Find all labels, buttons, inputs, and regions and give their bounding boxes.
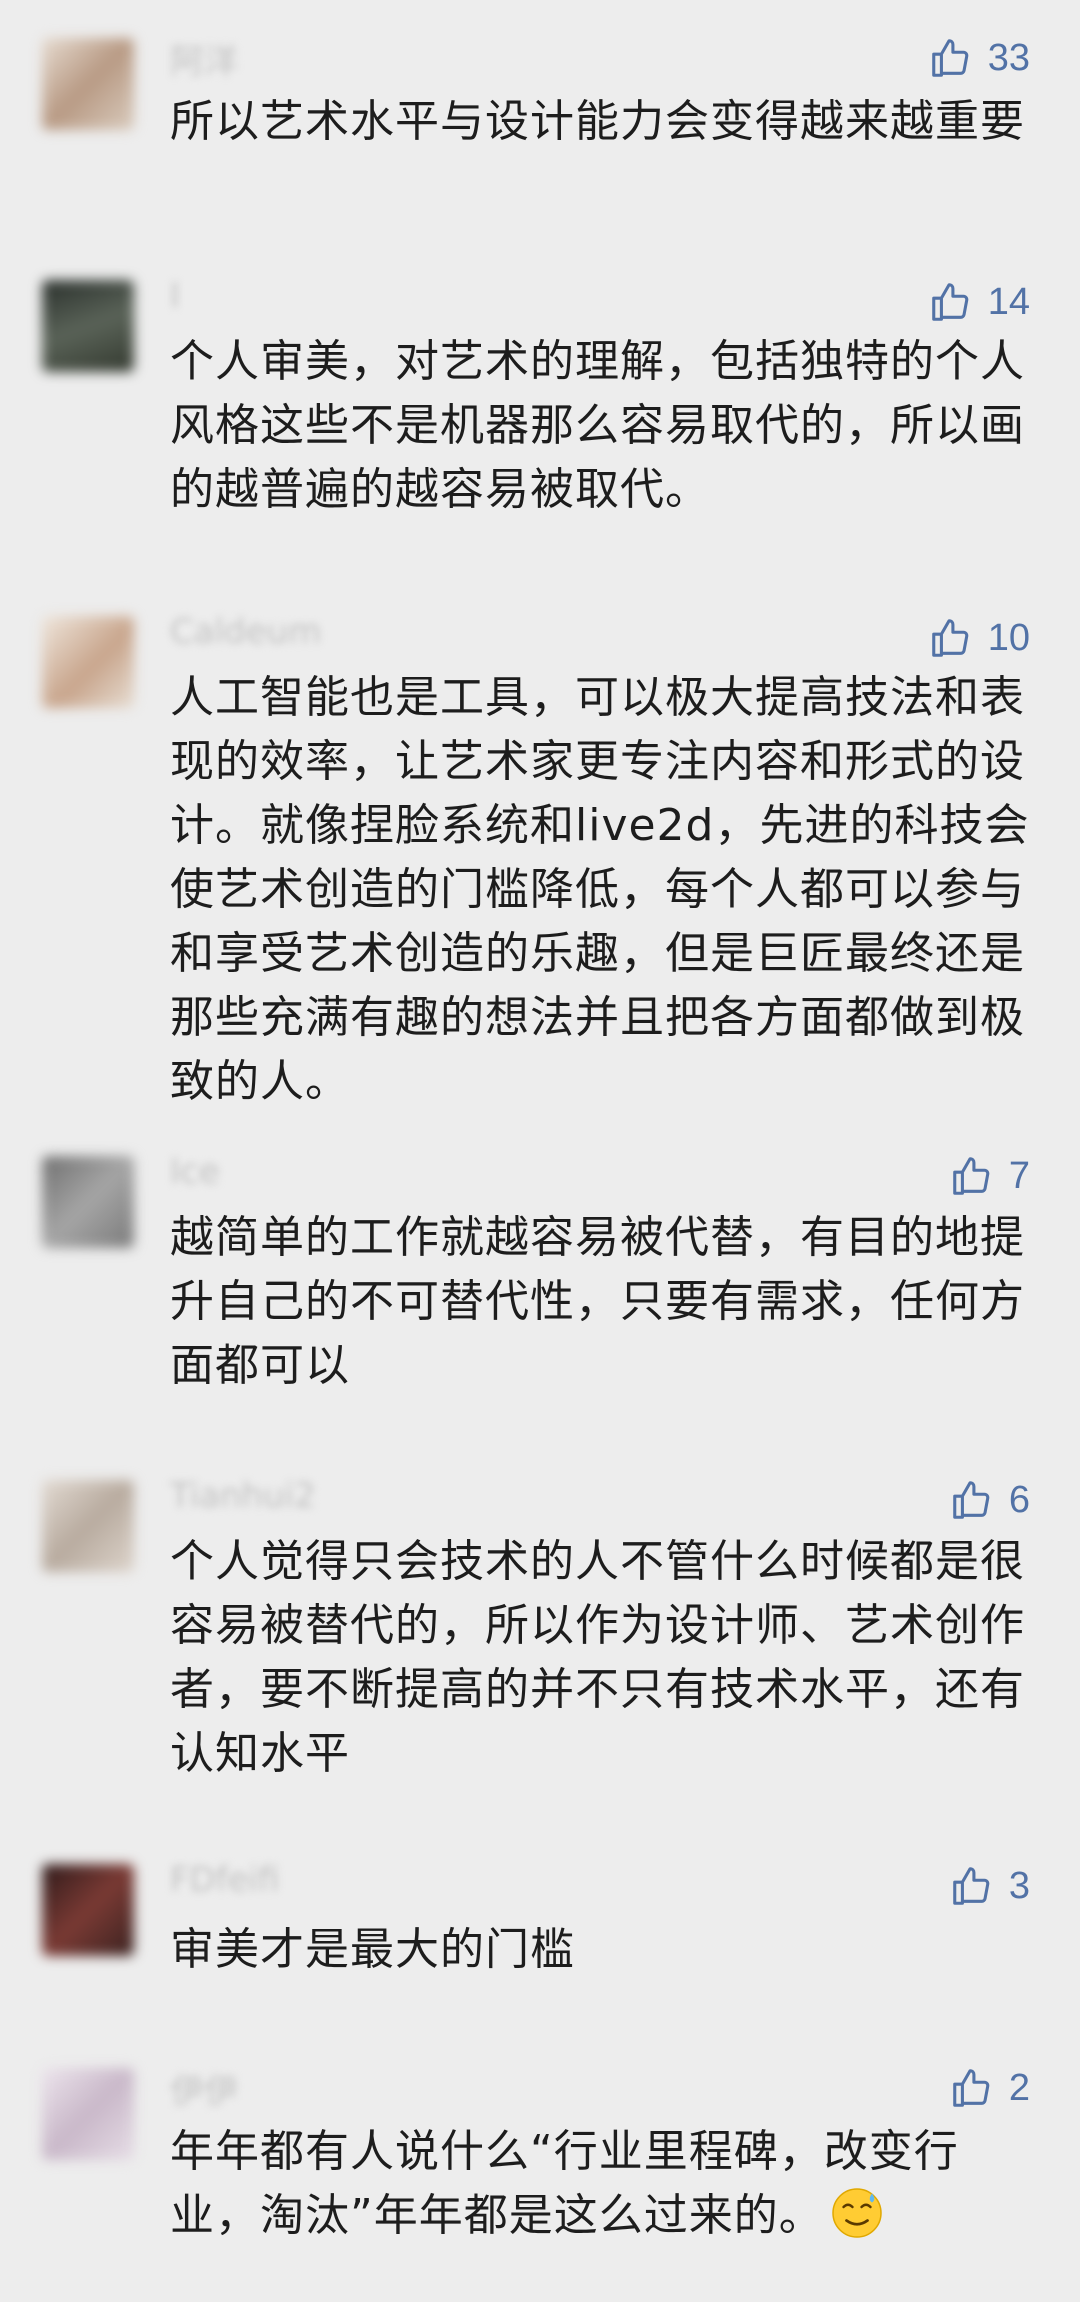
username[interactable]: I <box>170 276 180 316</box>
like-count: 10 <box>987 616 1030 659</box>
avatar[interactable] <box>42 1480 134 1572</box>
thumbs-up-icon <box>931 619 969 657</box>
avatar[interactable] <box>42 2068 134 2160</box>
like-count: 7 <box>1008 1154 1030 1197</box>
comment-text: 审美才是最大的门槛 <box>170 1924 575 1975</box>
thumbs-up-icon <box>953 1481 990 1519</box>
avatar[interactable] <box>42 38 134 130</box>
username[interactable]: Tianhui2 <box>170 1476 316 1516</box>
avatar[interactable] <box>42 280 134 372</box>
username[interactable]: Ice <box>170 1152 220 1192</box>
like-button[interactable]: 2 <box>949 2060 1030 2116</box>
comment-text: 年年都有人说什么“行业里程碑，改变行业，淘汰”年年都是这么过来的。 <box>170 2120 1030 2248</box>
thumbs-up-icon <box>931 39 969 77</box>
thumbs-up-icon <box>953 1867 990 1905</box>
like-button[interactable]: 33 <box>928 30 1030 86</box>
comment-text: 个人审美，对艺术的理解，包括独特的个人风格这些不是机器那么容易取代的，所以画的越… <box>170 336 1025 515</box>
thumbs-up-icon <box>953 1157 990 1195</box>
comment-text: 所以艺术水平与设计能力会变得越来越重要 <box>170 96 1025 147</box>
like-count: 33 <box>987 36 1030 79</box>
comment-text: 人工智能也是工具，可以极大提高技法和表现的效率，让艺术家更专注内容和形式的设计。… <box>170 672 1030 1107</box>
avatar[interactable] <box>42 1156 134 1248</box>
avatar[interactable] <box>42 616 134 708</box>
thumbs-up-icon <box>931 283 969 321</box>
like-button[interactable]: 6 <box>949 1472 1030 1528</box>
like-count: 2 <box>1008 2066 1030 2109</box>
like-button[interactable]: 3 <box>949 1858 1030 1914</box>
username[interactable]: 伊伊 <box>170 2064 238 2113</box>
username[interactable]: 阿洋 <box>170 34 238 83</box>
like-button[interactable]: 14 <box>928 274 1030 330</box>
username[interactable]: Caldeum <box>170 612 321 652</box>
username[interactable]: FDfeifi <box>170 1860 280 1900</box>
avatar[interactable] <box>42 1864 134 1956</box>
like-count: 6 <box>1008 1478 1030 1521</box>
like-button[interactable]: 7 <box>949 1148 1030 1204</box>
like-count: 3 <box>1008 1864 1030 1907</box>
thumbs-up-icon <box>953 2069 990 2107</box>
like-button[interactable]: 10 <box>928 610 1030 666</box>
like-count: 14 <box>987 280 1030 323</box>
sweat-smile-emoji-icon <box>832 2188 882 2238</box>
comment-text: 越简单的工作就越容易被代替，有目的地提升自己的不可替代性，只要有需求，任何方面都… <box>170 1212 1025 1391</box>
comment-text: 个人觉得只会技术的人不管什么时候都是很容易被替代的，所以作为设计师、艺术创作者，… <box>170 1536 1025 1779</box>
